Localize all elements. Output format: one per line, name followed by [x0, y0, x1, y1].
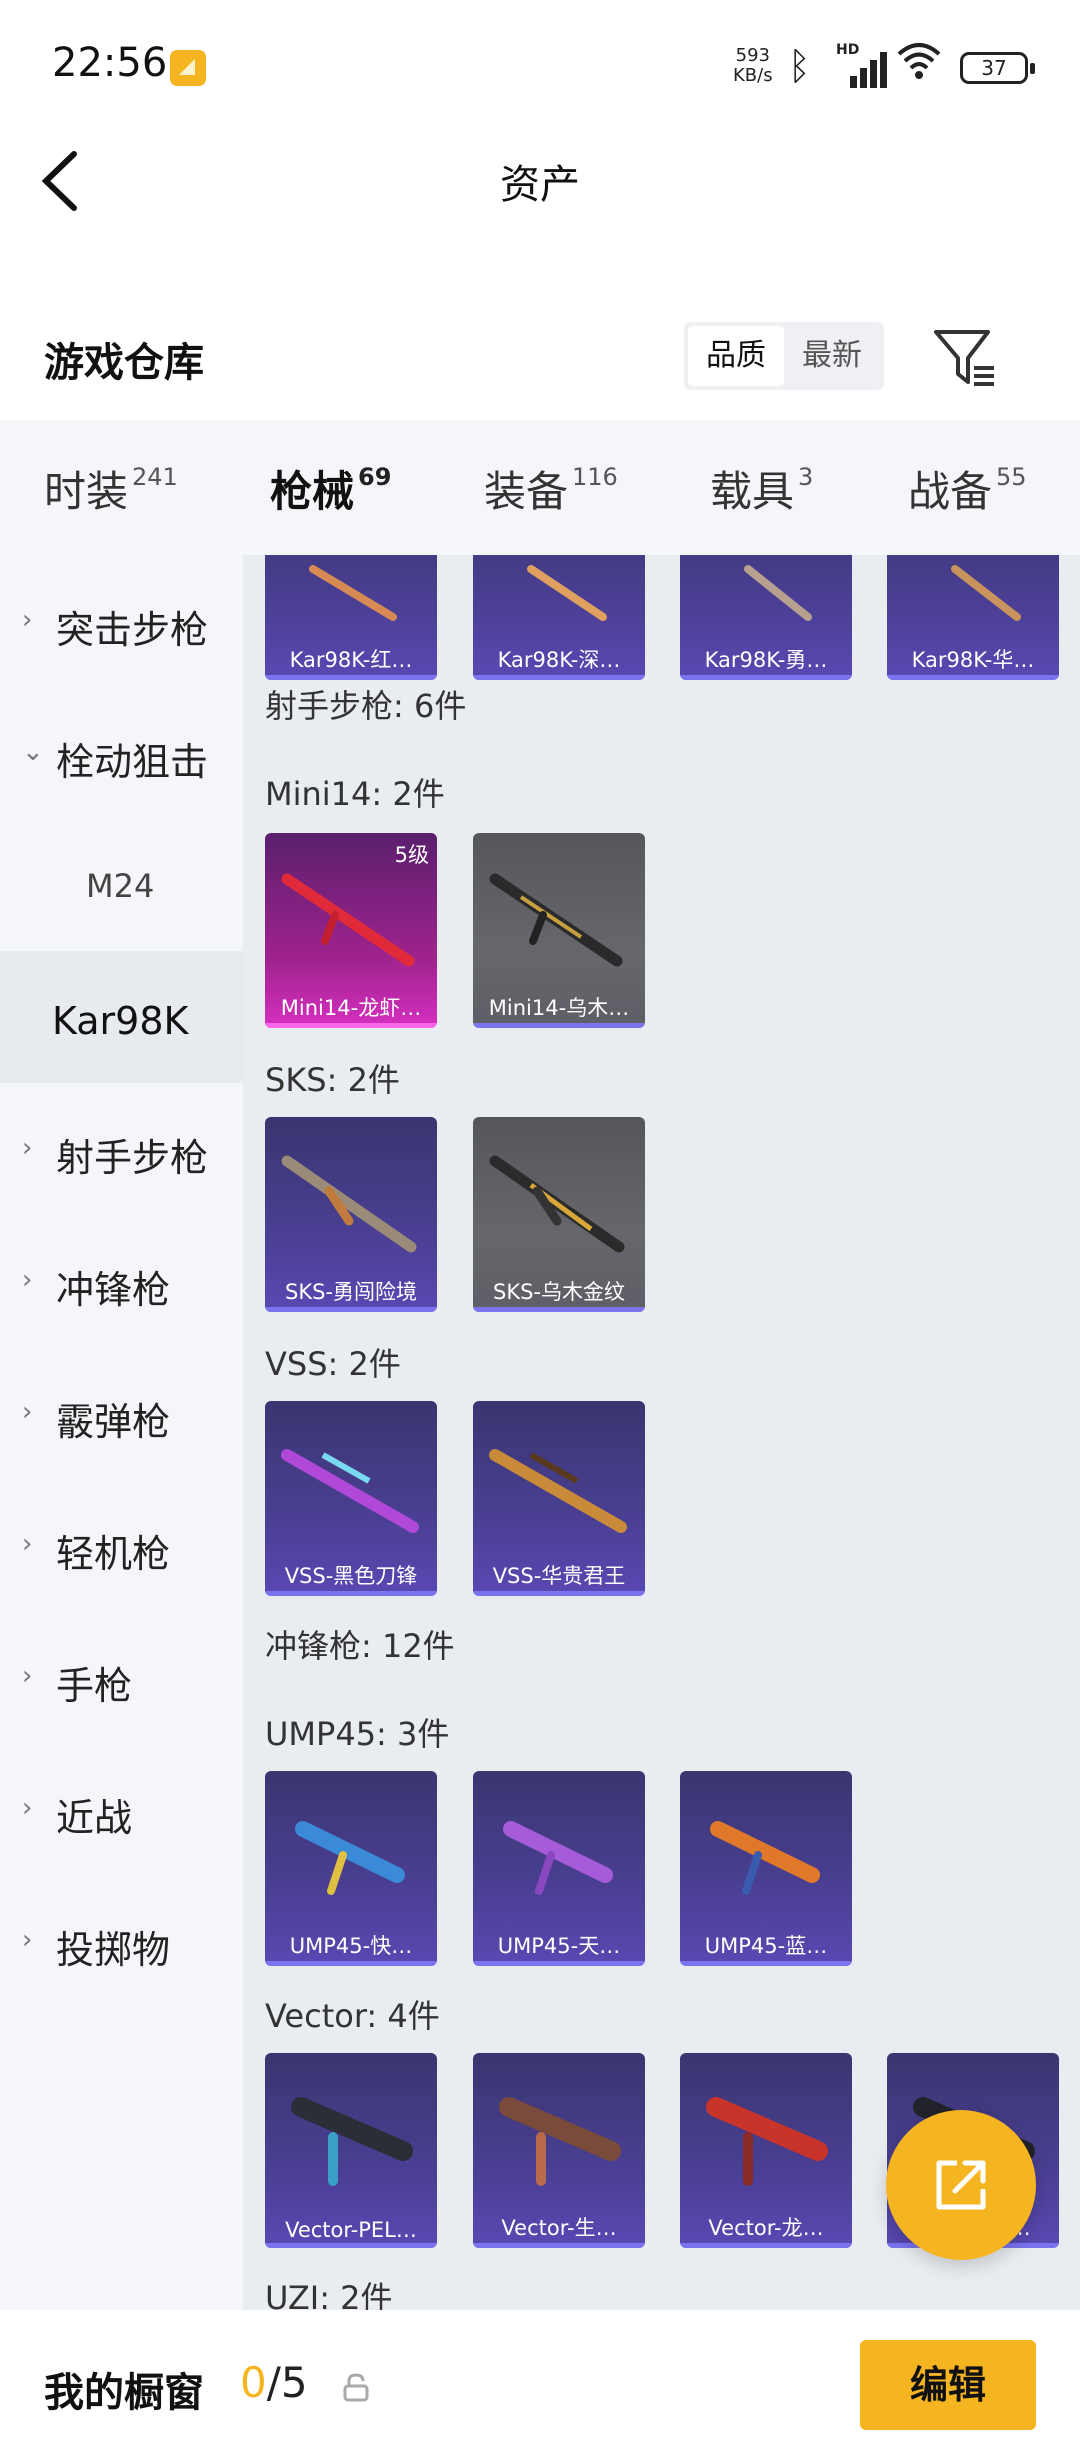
weapon-card[interactable]: UMP45-蓝… [680, 1771, 852, 1966]
weapon-card[interactable]: Kar98K-勇… [680, 555, 852, 680]
category-tabs: 时装 241 枪械 69 装备 116 载具 3 战备 55 [0, 420, 1080, 566]
chevron-right-icon: › [22, 1925, 33, 1955]
share-external-icon [936, 2160, 986, 2210]
weapon-card[interactable]: UMP45-天… [473, 1771, 645, 1966]
weapon-card[interactable]: VSS-华贵君王 [473, 1401, 645, 1596]
filter-button[interactable] [930, 324, 1000, 394]
weapon-card[interactable]: Vector-PEL… [265, 2053, 437, 2248]
weapon-card[interactable]: VSS-黑色刀锋 [265, 1401, 437, 1596]
chevron-right-icon: › [22, 1529, 33, 1559]
chevron-right-icon: › [22, 1397, 33, 1427]
chevron-right-icon: › [22, 1265, 33, 1295]
chevron-right-icon: › [22, 1793, 33, 1823]
chevron-right-icon: › [22, 605, 33, 635]
group-vector-title: Vector: 4件 [265, 1997, 440, 2035]
gun-icon [744, 565, 812, 621]
group-mini14-title: Mini14: 2件 [265, 775, 445, 813]
sidebar-item-shotgun[interactable]: › 霰弹枪 [0, 1347, 243, 1479]
sort-toggle: 品质 最新 [684, 322, 884, 390]
sidebar-item-m24[interactable]: M24 [0, 819, 243, 951]
sidebar-item-assault-rifle[interactable]: › 突击步枪 [0, 555, 243, 687]
weapon-card[interactable]: Mini14-乌木… [473, 833, 645, 1028]
gun-icon [489, 1449, 627, 1533]
showcase-label: 我的橱窗 [44, 2370, 204, 2416]
weapon-card[interactable]: 5级 Mini14-龙虾… [265, 833, 437, 1028]
status-bar: 22:56 593 KB/s ᛒ HD 37 [0, 0, 1080, 130]
app-header: 资产 [0, 130, 1080, 230]
sort-quality-button[interactable]: 品质 [688, 326, 784, 386]
tab-vehicles[interactable]: 载具 3 [710, 458, 813, 519]
weapon-card[interactable]: SKS-勇闯险境 [265, 1117, 437, 1312]
chevron-down-icon: ⌄ [22, 737, 44, 767]
sidebar-item-marksman[interactable]: › 射手步枪 [0, 1083, 243, 1215]
gun-icon [710, 1821, 820, 1895]
weapon-card[interactable]: Kar98K-华… [887, 555, 1059, 680]
sort-newest-button[interactable]: 最新 [784, 326, 880, 386]
tab-fashion[interactable]: 时装 241 [44, 458, 178, 519]
tab-guns[interactable]: 枪械 69 [270, 458, 391, 566]
gun-icon [503, 1821, 613, 1895]
weapon-card[interactable]: Vector-龙… [680, 2053, 852, 2248]
group-sks-title: SKS: 2件 [265, 1061, 400, 1099]
gun-icon [489, 873, 623, 967]
section-marksman-title: 射手步枪: 6件 [265, 687, 467, 725]
weapon-list: Kar98K-红… Kar98K-深… Kar98K-勇… Kar98K-华… … [243, 555, 1080, 2310]
gun-icon [291, 2097, 413, 2186]
showcase-count: 0/5 [240, 2358, 308, 2407]
sidebar-item-pistol[interactable]: › 手枪 [0, 1611, 243, 1743]
wifi-icon [896, 40, 942, 90]
weapon-card[interactable]: SKS-乌木金纹 [473, 1117, 645, 1312]
status-time: 22:56 [52, 40, 168, 86]
section-smg-title: 冲锋枪: 12件 [265, 1627, 455, 1665]
weapon-card[interactable]: Vector-生… [473, 2053, 645, 2248]
gun-icon [281, 1449, 419, 1533]
chevron-right-icon: › [22, 1661, 33, 1691]
gun-icon [706, 2097, 828, 2186]
group-vss-title: VSS: 2件 [265, 1345, 401, 1383]
edit-button[interactable]: 编辑 [860, 2340, 1036, 2430]
weapon-card[interactable]: Kar98K-深… [473, 555, 645, 680]
warehouse-bar: 游戏仓库 品质 最新 [0, 310, 1080, 420]
gun-icon [527, 565, 607, 621]
tab-equipment[interactable]: 装备 116 [484, 458, 618, 519]
gun-icon [489, 1155, 625, 1253]
showcase-bar: 我的橱窗 0/5 编辑 [0, 2310, 1080, 2460]
gun-icon [295, 1821, 405, 1895]
sidebar-item-kar98k[interactable]: Kar98K [0, 951, 243, 1083]
page-title: 资产 [500, 162, 580, 208]
sidebar-item-lmg[interactable]: › 轻机枪 [0, 1479, 243, 1611]
cell-signal-icon: HD [836, 42, 887, 88]
sidebar-item-smg[interactable]: › 冲锋枪 [0, 1215, 243, 1347]
lock-icon [343, 2373, 369, 2402]
weapon-type-sidebar: › 突击步枪 ⌄ 栓动狙击 M24 Kar98K › 射手步枪 › 冲锋枪 › 霰弹枪 ›… [0, 555, 243, 2310]
group-ump-title: UMP45: 3件 [265, 1715, 450, 1753]
net-speed: 593 KB/s [733, 45, 773, 86]
gun-icon [281, 873, 415, 967]
sidebar-item-bolt-sniper[interactable]: ⌄ 栓动狙击 [0, 687, 243, 819]
battery-icon: 37 [960, 52, 1035, 84]
chevron-right-icon: › [22, 1133, 33, 1163]
bluetooth-icon: ᛒ [788, 44, 811, 88]
share-button[interactable] [886, 2110, 1036, 2260]
weapon-card[interactable]: Kar98K-红… [265, 555, 437, 680]
gun-icon [499, 2097, 621, 2186]
sidebar-item-throwable[interactable]: › 投掷物 [0, 1875, 243, 2007]
filter-icon [934, 330, 994, 386]
weapon-card[interactable]: UMP45-快… [265, 1771, 437, 1966]
warehouse-title: 游戏仓库 [44, 340, 204, 386]
sidebar-item-melee[interactable]: › 近战 [0, 1743, 243, 1875]
tab-supplies[interactable]: 战备 55 [908, 458, 1027, 519]
gun-icon [281, 1155, 417, 1253]
gun-icon [309, 565, 397, 621]
group-uzi-title: UZI: 2件 [265, 2279, 393, 2310]
gun-icon [951, 565, 1021, 621]
notification-icon [170, 50, 206, 86]
